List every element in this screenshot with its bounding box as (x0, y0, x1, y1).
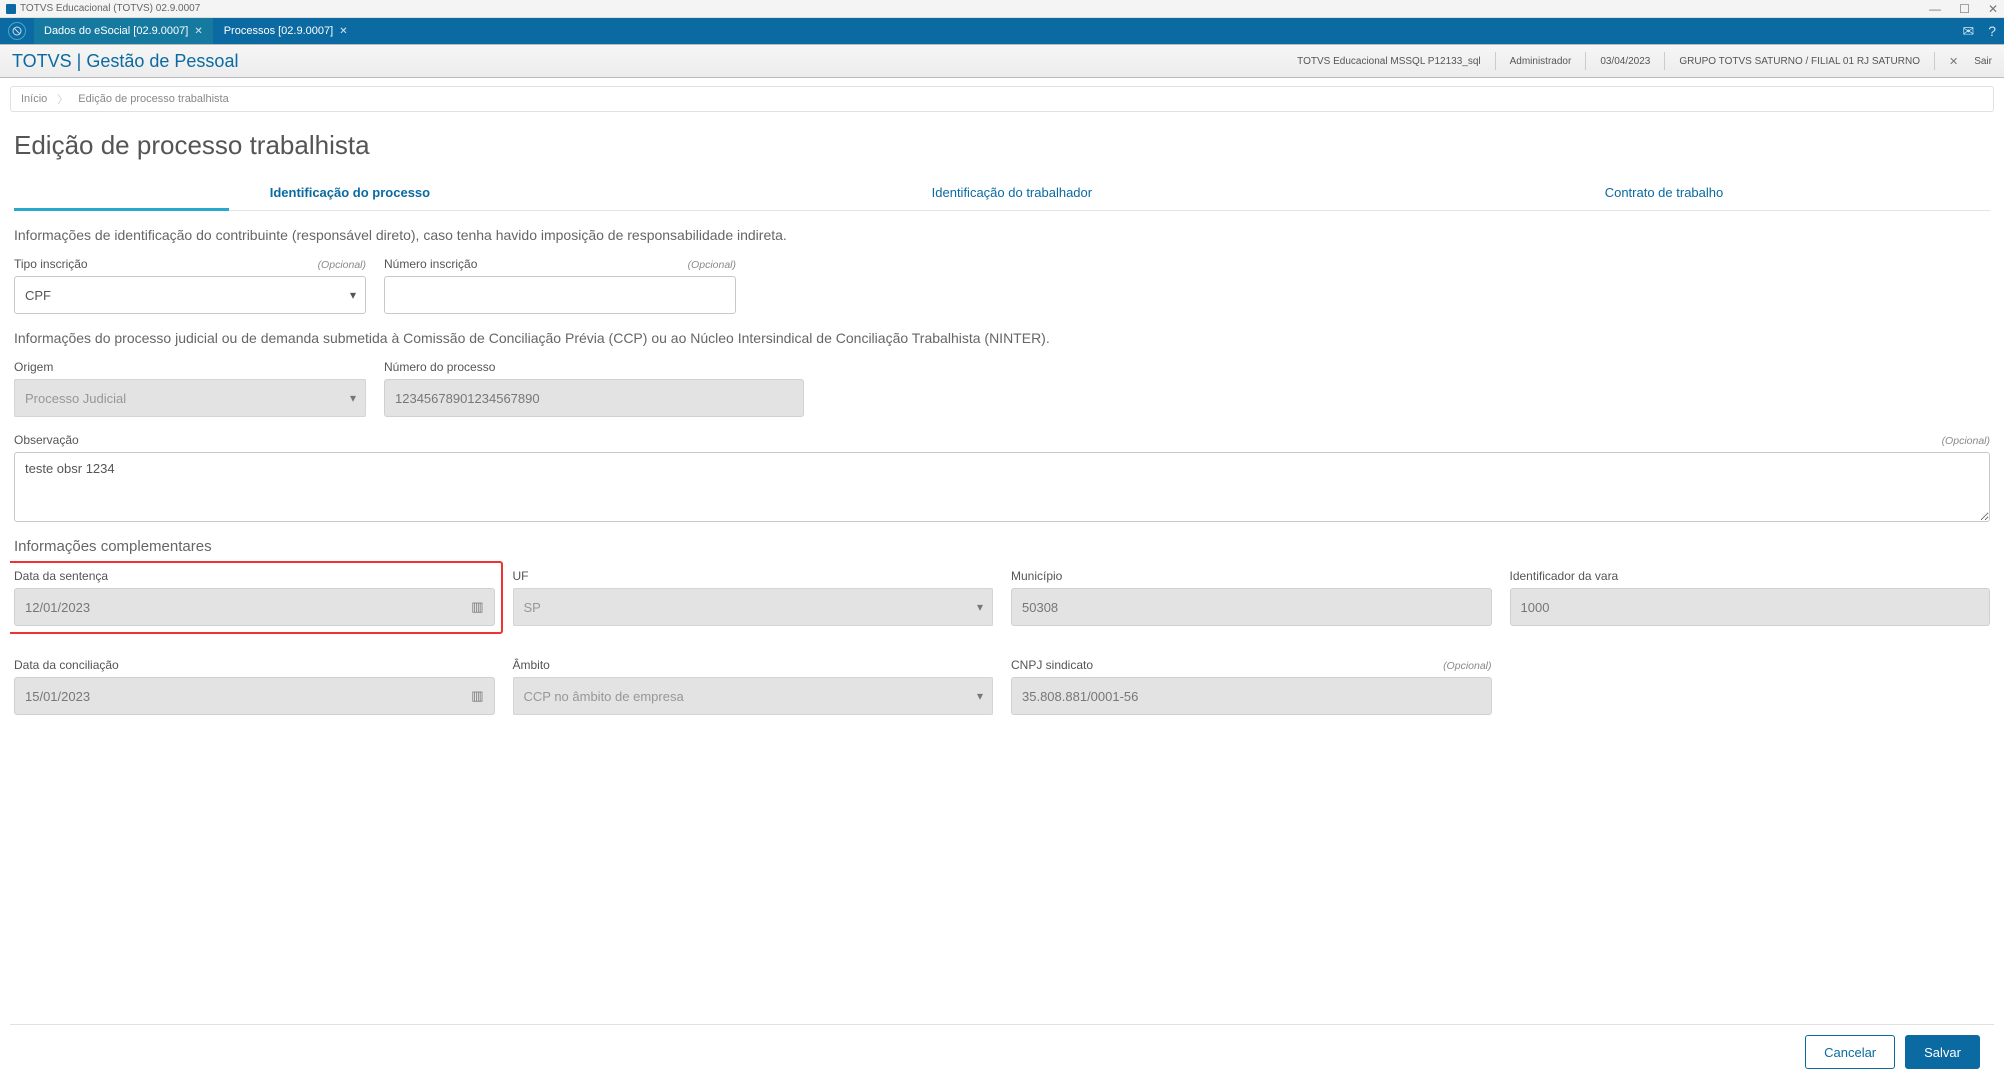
close-icon[interactable]: ✕ (1949, 55, 1958, 68)
data-sentenca-label: Data da sentença (14, 569, 108, 583)
numero-inscricao-input[interactable] (384, 276, 736, 314)
municipio-input: 50308 (1011, 588, 1492, 626)
numero-inscricao-label: Número inscrição (384, 257, 477, 271)
tab-close-icon[interactable]: ✕ (194, 26, 202, 37)
uf-label: UF (513, 569, 529, 583)
highlight-data-sentenca: Data da sentença 12/01/2023 ▥ (10, 561, 503, 634)
help-icon[interactable]: ? (1988, 23, 1996, 39)
origem-label: Origem (14, 360, 53, 374)
field-numero-inscricao: Número inscrição (Opcional) (384, 257, 736, 314)
ambito-select: CCP no âmbito de empresa (513, 677, 994, 715)
mail-icon[interactable]: ✉ (1962, 23, 1974, 40)
window-title: TOTVS Educacional (TOTVS) 02.9.0007 (20, 3, 200, 14)
breadcrumb-separator: 〉 (57, 91, 68, 107)
tab-close-icon[interactable]: ✕ (339, 26, 347, 37)
numero-processo-input: 12345678901234567890 (384, 379, 804, 417)
save-button[interactable]: Salvar (1905, 1035, 1980, 1069)
field-data-conciliacao: Data da conciliação 15/01/2023 ▥ (14, 658, 495, 715)
cnpj-sindicato-label: CNPJ sindicato (1011, 658, 1093, 672)
data-sentenca-input: 12/01/2023 ▥ (14, 588, 495, 626)
ribbon-user: Administrador (1510, 56, 1572, 67)
optional-hint: (Opcional) (1942, 435, 1990, 447)
field-numero-processo: Número do processo 12345678901234567890 (384, 360, 804, 417)
observacao-textarea[interactable]: teste obsr 1234 (14, 452, 1990, 522)
ribbon-header: TOTVS | Gestão de Pessoal TOTVS Educacio… (0, 44, 2004, 78)
field-ambito: Âmbito CCP no âmbito de empresa ▾ (513, 658, 994, 715)
origem-select: Processo Judicial (14, 379, 366, 417)
optional-hint: (Opcional) (1443, 660, 1491, 672)
ribbon-company: GRUPO TOTVS SATURNO / FILIAL 01 RJ SATUR… (1679, 56, 1920, 67)
calendar-icon: ▥ (471, 599, 483, 615)
data-conciliacao-label: Data da conciliação (14, 658, 119, 672)
field-cnpj-sindicato: CNPJ sindicato (Opcional) 35.808.881/000… (1011, 658, 1492, 715)
window-minimize-icon[interactable]: — (1929, 2, 1941, 16)
field-tipo-inscricao: Tipo inscrição (Opcional) CPF ▾ (14, 257, 366, 314)
section1-description: Informações de identificação do contribu… (14, 227, 1990, 243)
tab-label: Processos [02.9.0007] (224, 25, 333, 37)
app-tabstrip: Dados do eSocial [02.9.0007] ✕ Processos… (0, 18, 2004, 44)
form-body: Informações de identificação do contribu… (10, 211, 1994, 1024)
cancel-button[interactable]: Cancelar (1805, 1035, 1895, 1069)
field-data-sentenca: Data da sentença 12/01/2023 ▥ (14, 569, 495, 626)
footer-actions: Cancelar Salvar (10, 1024, 1994, 1081)
tab-processos[interactable]: Processos [02.9.0007] ✕ (214, 18, 359, 44)
uf-select: SP (513, 588, 994, 626)
optional-hint: (Opcional) (318, 259, 366, 271)
tab-contrato-trabalho[interactable]: Contrato de trabalho (1338, 175, 1990, 210)
tab-identificacao-trabalhador[interactable]: Identificação do trabalhador (686, 175, 1338, 210)
tipo-inscricao-label: Tipo inscrição (14, 257, 88, 271)
brand-title: TOTVS | Gestão de Pessoal (12, 51, 238, 72)
tab-label: Dados do eSocial [02.9.0007] (44, 25, 188, 37)
municipio-label: Município (1011, 569, 1062, 583)
field-uf: UF SP ▾ (513, 569, 994, 642)
field-observacao: Observação (Opcional) teste obsr 1234 (14, 433, 1990, 522)
tab-dados-esocial[interactable]: Dados do eSocial [02.9.0007] ✕ (34, 18, 214, 44)
identificador-vara-input: 1000 (1510, 588, 1991, 626)
tipo-inscricao-select[interactable]: CPF (14, 276, 366, 314)
field-municipio: Município 50308 (1011, 569, 1492, 642)
ambito-label: Âmbito (513, 658, 550, 672)
tab-identificacao-processo[interactable]: Identificação do processo (14, 175, 686, 210)
numero-processo-label: Número do processo (384, 360, 495, 374)
window-titlebar: TOTVS Educacional (TOTVS) 02.9.0007 — ☐ … (0, 0, 2004, 18)
window-close-icon[interactable]: ✕ (1988, 2, 1998, 16)
data-conciliacao-input: 15/01/2023 ▥ (14, 677, 495, 715)
logout-link[interactable]: Sair (1974, 56, 1992, 67)
calendar-icon: ▥ (471, 688, 483, 704)
page-title: Edição de processo trabalhista (14, 130, 1990, 161)
window-maximize-icon[interactable]: ☐ (1959, 2, 1970, 16)
ribbon-date: 03/04/2023 (1600, 56, 1650, 67)
breadcrumb-current: Edição de processo trabalhista (78, 93, 228, 105)
observacao-label: Observação (14, 433, 79, 447)
nav-back-icon[interactable] (8, 22, 26, 40)
section2-description: Informações do processo judicial ou de d… (14, 330, 1990, 346)
main-area: Início 〉 Edição de processo trabalhista … (0, 78, 2004, 1081)
inner-tabs: Identificação do processo Identificação … (14, 175, 1990, 211)
cnpj-sindicato-input: 35.808.881/0001-56 (1011, 677, 1492, 715)
ribbon-db: TOTVS Educacional MSSQL P12133_sql (1297, 56, 1480, 67)
field-identificador-vara: Identificador da vara 1000 (1510, 569, 1991, 642)
breadcrumb-home[interactable]: Início (21, 93, 47, 105)
optional-hint: (Opcional) (688, 259, 736, 271)
app-icon (6, 4, 16, 14)
field-origem: Origem Processo Judicial ▾ (14, 360, 366, 417)
breadcrumb: Início 〉 Edição de processo trabalhista (10, 86, 1994, 112)
identificador-vara-label: Identificador da vara (1510, 569, 1619, 583)
section3-title: Informações complementares (14, 538, 1990, 555)
